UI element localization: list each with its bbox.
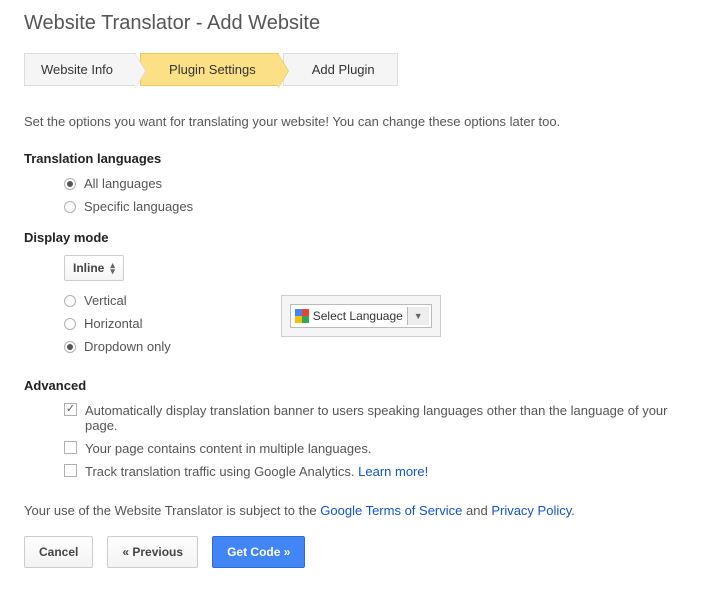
radio-all-languages[interactable] [64, 178, 76, 190]
intro-text: Set the options you want for translating… [24, 114, 703, 129]
checkbox-google-analytics-label: Track translation traffic using Google A… [85, 464, 355, 479]
google-translate-icon [295, 309, 309, 323]
translate-gadget-dropdown[interactable]: Select Language ▼ [290, 304, 432, 328]
learn-more-link[interactable]: Learn more! [358, 464, 428, 479]
updown-icon: ▴▾ [110, 262, 115, 274]
wizard-step-add-plugin[interactable]: Add Plugin [283, 53, 398, 86]
wizard-steps: Website Info Plugin Settings Add Plugin [24, 53, 703, 86]
cancel-button[interactable]: Cancel [24, 536, 93, 568]
footer-and: and [462, 503, 491, 518]
checkbox-multiple-languages[interactable] [64, 441, 77, 454]
footer-legal: Your use of the Website Translator is su… [24, 503, 703, 518]
radio-dropdown-only-label: Dropdown only [84, 339, 171, 354]
button-row: Cancel « Previous Get Code » [24, 536, 703, 568]
checkbox-auto-banner[interactable] [64, 403, 77, 416]
translate-gadget-label: Select Language [313, 309, 403, 323]
radio-specific-languages-label: Specific languages [84, 199, 193, 214]
footer-suffix: . [571, 503, 575, 518]
radio-vertical-label: Vertical [84, 293, 127, 308]
checkbox-multiple-languages-label: Your page contains content in multiple l… [85, 441, 371, 456]
display-mode-select-value: Inline [73, 261, 104, 275]
radio-specific-languages[interactable] [64, 201, 76, 213]
wizard-step-plugin-settings[interactable]: Plugin Settings [140, 53, 279, 86]
checkbox-google-analytics[interactable] [64, 464, 77, 477]
radio-horizontal[interactable] [64, 318, 76, 330]
footer-prefix: Your use of the Website Translator is su… [24, 503, 320, 518]
tos-link[interactable]: Google Terms of Service [320, 503, 462, 518]
previous-button[interactable]: « Previous [107, 536, 198, 568]
section-languages-title: Translation languages [24, 151, 703, 166]
radio-dropdown-only[interactable] [64, 341, 76, 353]
section-advanced-title: Advanced [24, 378, 703, 393]
section-display-title: Display mode [24, 230, 703, 245]
translate-gadget-preview: Select Language ▼ [281, 295, 441, 337]
radio-all-languages-label: All languages [84, 176, 162, 191]
radio-vertical[interactable] [64, 295, 76, 307]
display-mode-select[interactable]: Inline ▴▾ [64, 255, 124, 281]
chevron-down-icon: ▼ [407, 307, 429, 325]
get-code-button[interactable]: Get Code » [212, 536, 305, 568]
radio-horizontal-label: Horizontal [84, 316, 143, 331]
page-title: Website Translator - Add Website [24, 12, 703, 35]
wizard-step-website-info[interactable]: Website Info [24, 53, 136, 86]
privacy-link[interactable]: Privacy Policy [491, 503, 571, 518]
checkbox-auto-banner-label: Automatically display translation banner… [85, 403, 703, 433]
